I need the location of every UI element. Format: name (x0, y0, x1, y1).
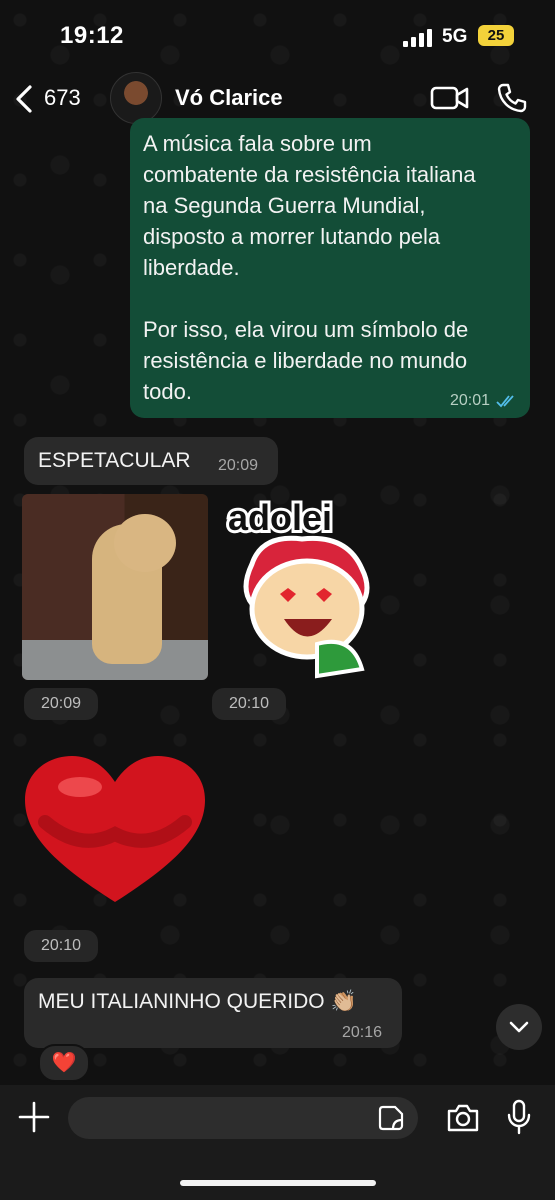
message-line: Por isso, ela virou um símbolo de (143, 317, 469, 342)
home-indicator (180, 1180, 376, 1186)
heart-hug-sticker[interactable] (20, 752, 210, 912)
message-time: 20:09 (24, 688, 98, 720)
sticker-caption: adolei (228, 497, 332, 538)
message-text: MEU ITALIANINHO QUERIDO 👏🏼 (38, 990, 357, 1013)
message-time: 20:10 (212, 688, 286, 720)
message-line: resistência e liberdade no mundo (143, 348, 468, 373)
sticker-icon[interactable] (378, 1105, 404, 1131)
message-time: 20:10 (24, 930, 98, 962)
microphone-icon[interactable] (506, 1099, 532, 1135)
adolei-sticker[interactable]: adolei (222, 494, 382, 684)
message-line: disposto a morrer lutando pela (143, 224, 441, 249)
read-receipt-icon (496, 395, 514, 408)
phone-icon[interactable] (496, 82, 528, 114)
message-line: combatente da resistência italiana (143, 162, 476, 187)
signal-icon (403, 29, 435, 47)
message-line: liberdade. (143, 255, 240, 280)
message-time: 20:09 (218, 457, 259, 474)
message-line: A música fala sobre um (143, 131, 372, 156)
network-type: 5G (442, 26, 468, 47)
plus-icon[interactable] (16, 1099, 52, 1135)
message-input[interactable] (68, 1097, 418, 1139)
incoming-message-bubble[interactable]: MEU ITALIANINHO QUERIDO 👏🏼 20:16 (24, 978, 402, 1048)
camera-icon[interactable] (446, 1103, 480, 1133)
status-bar: 19:12 5G 25 (0, 0, 555, 70)
message-text: ESPETACULAR (38, 449, 191, 472)
heart-reaction[interactable]: ❤️ (38, 1044, 90, 1082)
scroll-down-button[interactable] (496, 1004, 542, 1050)
status-time: 19:12 (60, 22, 124, 49)
outgoing-message-bubble[interactable]: A música fala sobre um combatente da res… (130, 118, 530, 418)
incoming-message-bubble[interactable]: ESPETACULAR 20:09 (24, 437, 278, 485)
dog-sticker[interactable] (22, 494, 208, 680)
message-time: 20:16 (342, 1024, 383, 1041)
message-time: 20:01 (449, 392, 490, 409)
contact-name[interactable]: Vó Clarice (175, 85, 283, 111)
contact-avatar[interactable] (110, 72, 162, 124)
video-call-icon[interactable] (430, 84, 470, 112)
chevron-down-icon (509, 1021, 529, 1033)
message-line: na Segunda Guerra Mundial, (143, 193, 426, 218)
back-chevron-icon[interactable] (10, 84, 40, 114)
battery-level: 25 (487, 27, 505, 44)
unread-count[interactable]: 673 (44, 85, 81, 111)
battery-icon: 25 (478, 25, 514, 46)
